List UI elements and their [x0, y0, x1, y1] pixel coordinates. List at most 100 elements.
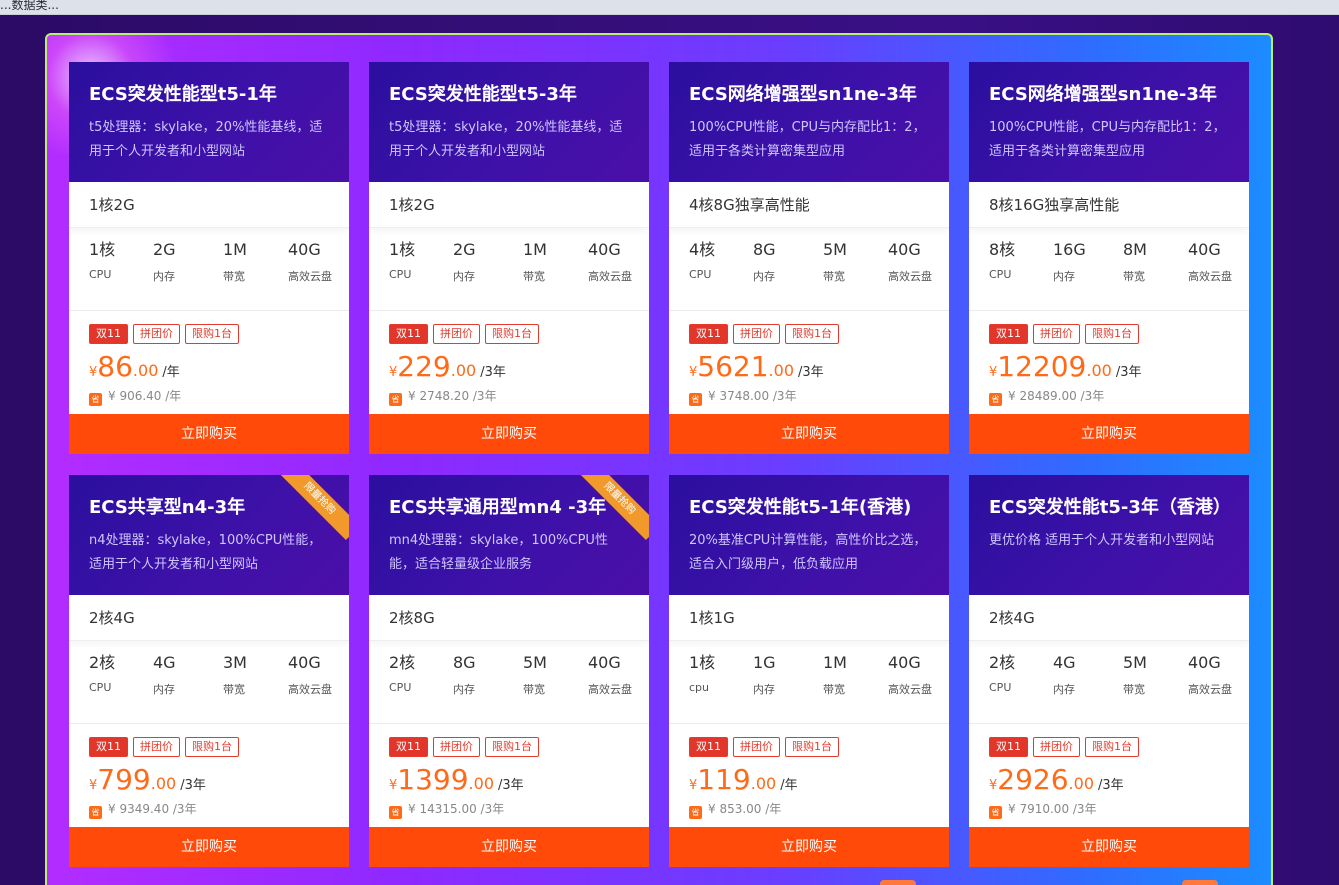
stat-label: 带宽 — [823, 683, 845, 696]
card-title: ECS突发性能t5-1年(香港) — [689, 497, 912, 518]
card-spec-summary: 8核16G独享高性能 — [969, 182, 1249, 228]
stat-value: 5M — [523, 653, 547, 672]
price-integer: 86 — [97, 350, 133, 383]
spec-stat: 1M 带宽 — [523, 240, 547, 284]
stat-value: 3M — [223, 653, 247, 672]
original-price-text: ¥ 853.00 /年 — [708, 802, 782, 816]
card-divider — [69, 310, 349, 311]
spec-stat: 4G 内存 — [1053, 653, 1076, 697]
price: ¥119.00/年 — [689, 763, 798, 796]
stat-value: 40G — [288, 240, 321, 259]
spec-stat: 2核 CPU — [989, 653, 1015, 694]
product-card: ECS突发性能t5-3年（香港） 更优价格 适用于个人开发者和小型网站 2核4G 2核… — [969, 475, 1249, 867]
price-integer: 5621 — [697, 350, 769, 383]
spec-stat: 40G 高效云盘 — [888, 653, 932, 697]
card-header: ECS网络增强型sn1ne-3年 100%CPU性能，CPU与内存配比1：2，适用… — [669, 62, 949, 182]
promo-tags: 双11 拼团价 限购1台 — [89, 322, 244, 344]
card-description: 100%CPU性能，CPU与内存配比1：2，适用于各类计算密集型应用 — [689, 120, 926, 159]
tag-group-price: 拼团价 — [1033, 324, 1080, 344]
original-price-text: ¥ 906.40 /年 — [108, 389, 182, 403]
tag-limit-one: 限购1台 — [185, 737, 239, 757]
tag-group-price: 拼团价 — [133, 324, 180, 344]
price-decimal: .00 — [1086, 361, 1112, 380]
card-description: mn4处理器：skylake，100%CPU性能，适合轻量级企业服务 — [389, 533, 608, 572]
stat-label: CPU — [989, 681, 1012, 694]
card-divider — [669, 310, 949, 311]
spec-stats: 1核 CPU 2G 内存 1M 带宽 40G 高效云盘 — [369, 240, 649, 310]
buy-now-button[interactable]: 立即购买 — [369, 414, 649, 454]
card-spec-summary: 2核8G — [369, 595, 649, 641]
spec-stats: 2核 CPU 4G 内存 3M 带宽 40G 高效云盘 — [69, 653, 349, 723]
next-row-card-peek — [1182, 880, 1218, 885]
product-card: ECS共享型n4-3年 n4处理器：skylake，100%CPU性能，适用于个人… — [69, 475, 349, 867]
stat-label: 内存 — [453, 270, 475, 283]
original-price: 省 ¥ 906.40 /年 — [89, 387, 181, 406]
stat-label: 高效云盘 — [888, 270, 932, 283]
save-icon: 省 — [89, 393, 102, 406]
stat-value: 1G — [753, 653, 776, 672]
spec-stat: 2核 CPU — [89, 653, 115, 694]
original-price-text: ¥ 9349.40 /3年 — [108, 802, 197, 816]
price: ¥5621.00/3年 — [689, 350, 824, 383]
promo-tags: 双11 拼团价 限购1台 — [989, 322, 1144, 344]
card-header: ECS网络增强型sn1ne-3年 100%CPU性能，CPU与内存配比1：2，适用… — [969, 62, 1249, 182]
price-decimal: .00 — [768, 361, 794, 380]
spec-stats: 1核 cpu 1G 内存 1M 带宽 40G 高效云盘 — [669, 653, 949, 723]
stat-label: 内存 — [453, 683, 475, 696]
buy-now-button[interactable]: 立即购买 — [969, 827, 1249, 867]
buy-now-button[interactable]: 立即购买 — [669, 414, 949, 454]
card-title: ECS突发性能型t5-1年 — [89, 84, 277, 105]
stat-value: 2核 — [989, 653, 1016, 672]
promo-tags: 双11 拼团价 限购1台 — [389, 735, 544, 757]
spec-stat: 2G 内存 — [153, 240, 176, 284]
spec-stat: 16G 内存 — [1053, 240, 1086, 284]
card-spec-summary: 1核2G — [369, 182, 649, 228]
price-decimal: .00 — [750, 774, 777, 793]
stat-label: CPU — [89, 681, 112, 694]
stat-value: 8M — [1123, 240, 1147, 259]
stat-label: 高效云盘 — [588, 270, 632, 283]
spec-stat: 8核 CPU — [989, 240, 1015, 281]
buy-now-button[interactable]: 立即购买 — [369, 827, 649, 867]
spec-stat: 40G 高效云盘 — [888, 240, 932, 284]
save-icon: 省 — [689, 393, 702, 406]
card-divider — [969, 310, 1249, 311]
stat-label: 带宽 — [523, 270, 545, 283]
price: ¥799.00/3年 — [89, 763, 206, 796]
stat-value: 4核 — [689, 240, 716, 259]
tag-limit-one: 限购1台 — [485, 737, 539, 757]
card-spec-summary: 1核1G — [669, 595, 949, 641]
save-icon: 省 — [989, 806, 1002, 819]
buy-now-button[interactable]: 立即购买 — [69, 414, 349, 454]
buy-now-button[interactable]: 立即购买 — [969, 414, 1249, 454]
original-price: 省 ¥ 2748.20 /3年 — [389, 387, 497, 406]
original-price: 省 ¥ 28489.00 /3年 — [989, 387, 1104, 406]
product-card: ECS共享通用型mn4 -3年 mn4处理器：skylake，100%CPU性能，… — [369, 475, 649, 867]
buy-now-button[interactable]: 立即购买 — [69, 827, 349, 867]
save-icon: 省 — [689, 806, 702, 819]
card-divider — [669, 723, 949, 724]
tag-limit-one: 限购1台 — [785, 737, 839, 757]
price-unit: /3年 — [1115, 365, 1142, 380]
stat-value: 1M — [523, 240, 547, 259]
buy-now-button[interactable]: 立即购买 — [669, 827, 949, 867]
card-spec-summary: 4核8G独享高性能 — [669, 182, 949, 228]
price: ¥12209.00/3年 — [989, 350, 1141, 383]
card-description: 更优价格 适用于个人开发者和小型网站 — [989, 533, 1215, 548]
price: ¥2926.00/3年 — [989, 763, 1124, 796]
price-decimal: .00 — [150, 774, 177, 793]
stat-label: 带宽 — [823, 270, 845, 283]
tag-limit-one: 限购1台 — [485, 324, 539, 344]
spec-stats: 2核 CPU 8G 内存 5M 带宽 40G 高效云盘 — [369, 653, 649, 723]
price-unit: /3年 — [1098, 778, 1124, 793]
next-row-card-peek — [880, 880, 916, 885]
price-integer: 12209 — [997, 350, 1087, 383]
card-description: n4处理器：skylake，100%CPU性能，适用于个人开发者和小型网站 — [89, 533, 322, 572]
original-price: 省 ¥ 853.00 /年 — [689, 800, 781, 819]
promo-tags: 双11 拼团价 限购1台 — [689, 735, 844, 757]
save-icon: 省 — [89, 806, 102, 819]
stat-value: 2核 — [89, 653, 116, 672]
promo-tags: 双11 拼团价 限购1台 — [989, 735, 1144, 757]
spec-stat: 1M 带宽 — [223, 240, 247, 284]
stat-label: cpu — [689, 681, 710, 694]
